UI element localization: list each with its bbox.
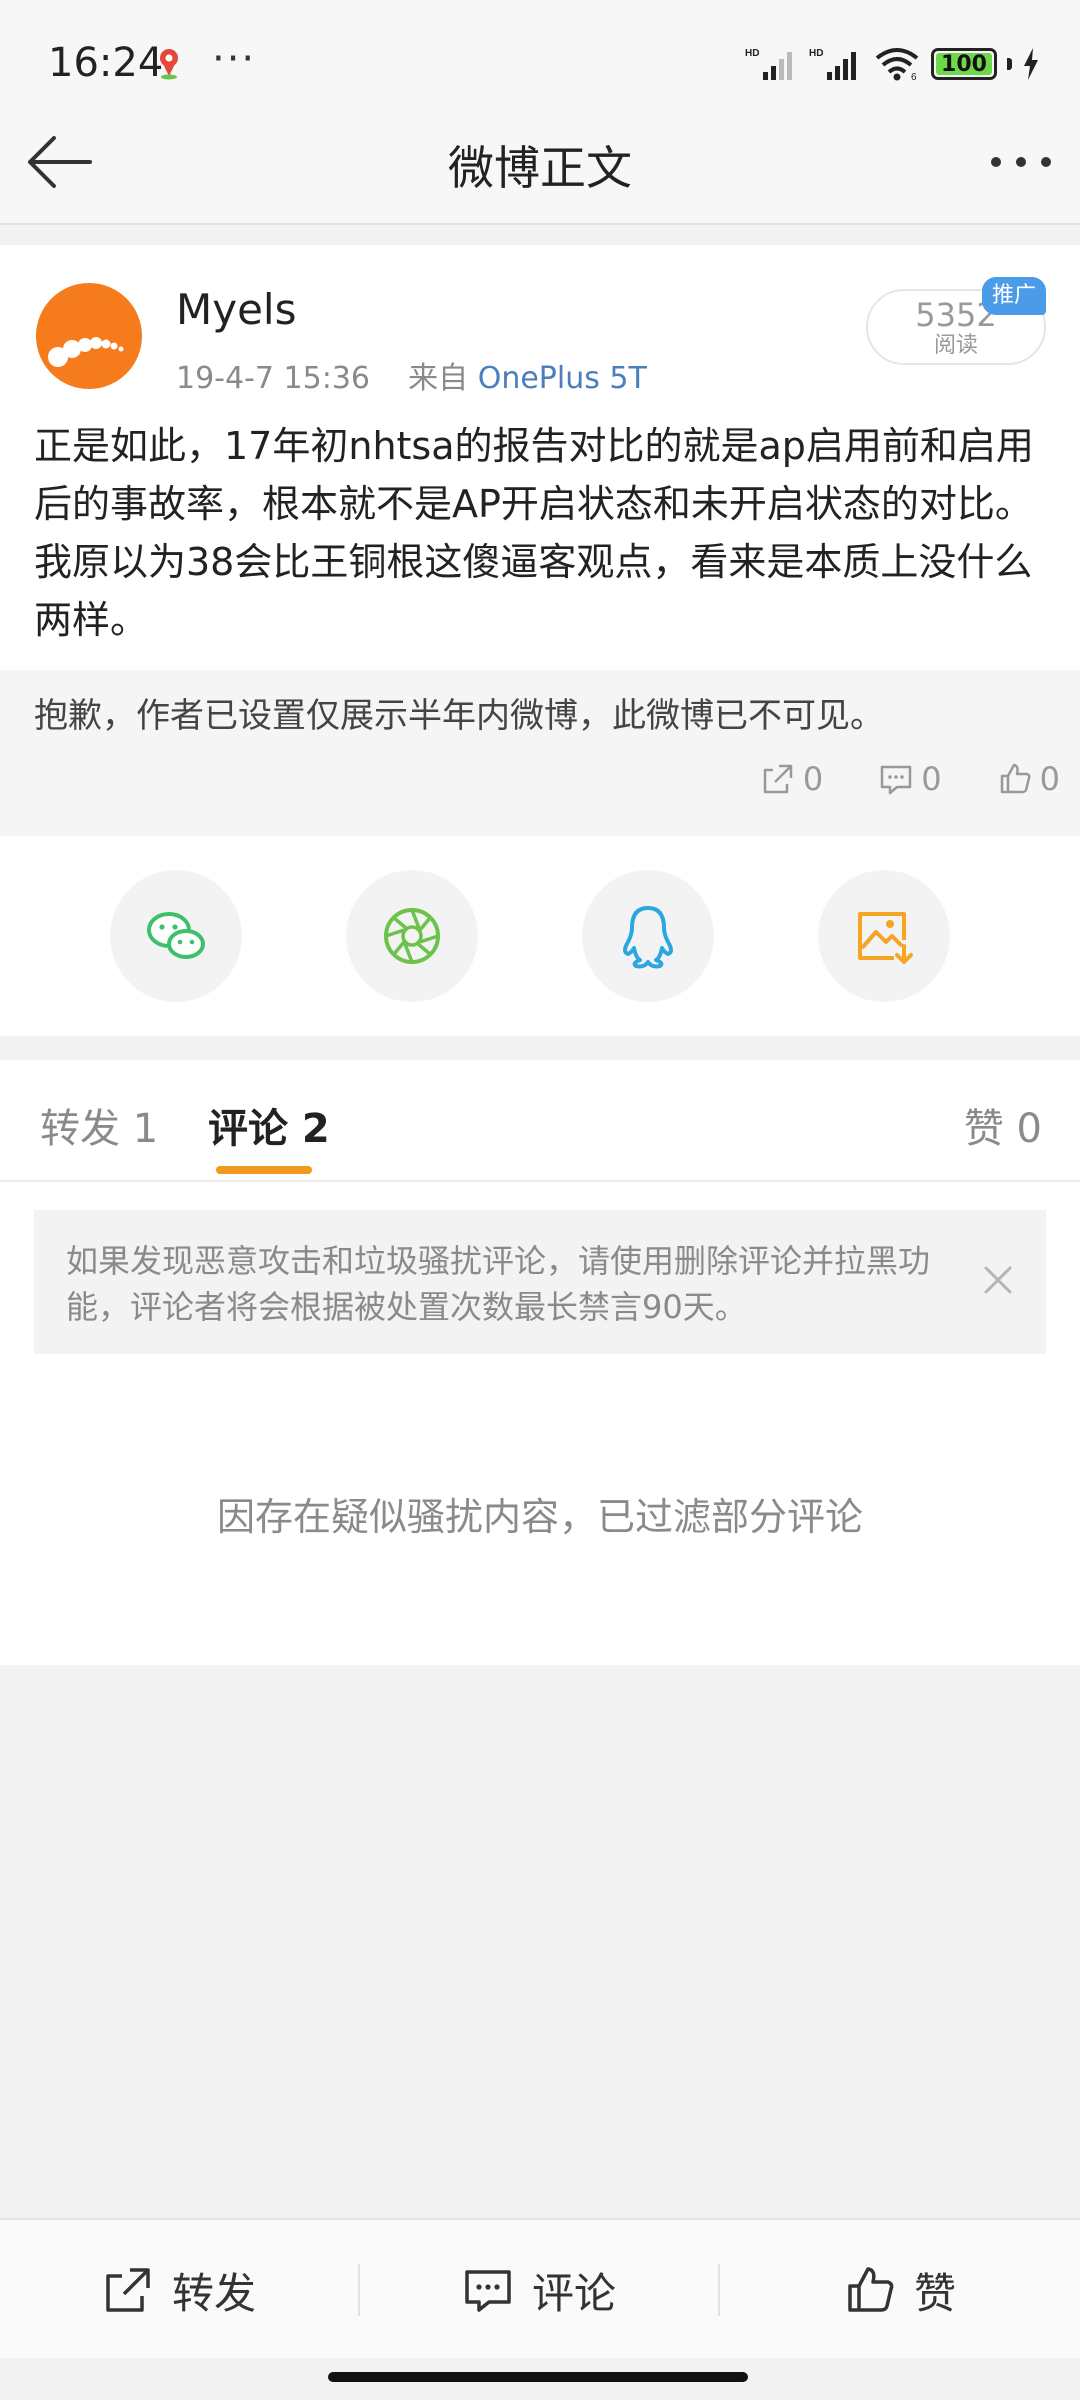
comment-button[interactable]: 评论 <box>360 2220 718 2360</box>
promo-tag[interactable]: 推广 <box>982 277 1046 315</box>
charging-icon <box>1024 48 1038 80</box>
battery-icon: 100 <box>931 48 997 80</box>
post-time: 19-4-7 15:36 <box>176 361 370 396</box>
share-moments-button[interactable] <box>346 870 478 1002</box>
repost-icon <box>763 764 793 794</box>
retweet-comment-button[interactable]: 0 <box>879 760 942 798</box>
hd-signal-icon-2: HD <box>809 48 856 80</box>
source-prefix: 来自 <box>408 361 469 396</box>
tab-comments[interactable]: 评论 2 <box>208 1096 330 1154</box>
share-qq-button[interactable] <box>582 870 714 1002</box>
thumbs-up-icon <box>848 2267 894 2312</box>
share-wechat-button[interactable] <box>110 870 242 1002</box>
retweet-like-count: 0 <box>1039 760 1060 798</box>
post-body: 正是如此，17年初nhtsa的报告对比的就是ap启用前和启用后的事故率，根本就不… <box>34 424 1034 642</box>
map-pin-icon <box>160 49 178 80</box>
battery-level: 100 <box>941 51 987 77</box>
retweet-like-button[interactable]: 0 <box>998 760 1060 798</box>
active-tab-indicator <box>216 1166 312 1174</box>
nav-bar: 微博正文 <box>0 100 1080 225</box>
comment-icon <box>881 765 912 795</box>
retweet-box[interactable]: 抱歉，作者已设置仅展示半年内微博，此微博已不可见。 0 0 0 <box>0 670 1080 836</box>
status-time: 16:24 <box>48 40 164 86</box>
close-icon[interactable] <box>978 1260 1018 1300</box>
repost-button[interactable]: 转发 <box>0 2220 358 2360</box>
comments-section: 转发 1 评论 2 赞 0 如果发现恶意攻击和垃圾骚扰评论，请使用删除评论并拉黑… <box>0 1060 1080 1665</box>
device-link[interactable]: OnePlus 5T <box>478 361 647 396</box>
svg-text:HD: HD <box>809 48 823 59</box>
username[interactable]: Myels <box>176 285 296 334</box>
wechat-icon <box>147 912 205 959</box>
status-right-group: HD HD 6 100 <box>745 42 1040 86</box>
tab-repost[interactable]: 转发 1 <box>40 1096 158 1154</box>
post-meta: 19-4-7 15:36 来自 OnePlus 5T <box>176 353 647 397</box>
avatar-logo-icon <box>48 337 124 367</box>
home-indicator[interactable] <box>328 2372 748 2382</box>
notice-text: 如果发现恶意攻击和垃圾骚扰评论，请使用删除评论并拉黑功能，评论者将会根据被处置次… <box>66 1242 931 1326</box>
like-button[interactable]: 赞 <box>720 2220 1080 2360</box>
status-more-dots: ··· <box>212 36 257 82</box>
comment-notice: 如果发现恶意攻击和垃圾骚扰评论，请使用删除评论并拉黑功能，评论者将会根据被处置次… <box>34 1210 1046 1354</box>
hd-signal-icon: HD <box>745 48 792 80</box>
bottom-action-bar: 转发 评论 赞 <box>0 2218 1080 2358</box>
filtered-comments-text: 因存在疑似骚扰内容，已过滤部分评论 <box>216 1495 863 1539</box>
comment-icon <box>465 2270 511 2312</box>
thumbs-up-icon <box>1000 763 1031 794</box>
avatar[interactable] <box>36 283 142 389</box>
tabs-divider <box>0 1180 1080 1182</box>
page-title: 微博正文 <box>448 141 632 195</box>
comment-label: 评论 <box>531 2268 616 2318</box>
retweet-actions: 0 0 0 <box>761 760 1060 798</box>
retweet-repost-button[interactable]: 0 <box>761 760 823 798</box>
repost-icon <box>106 2268 150 2312</box>
share-strip <box>0 836 1080 1036</box>
save-image-button[interactable] <box>818 870 950 1002</box>
retweet-repost-count: 0 <box>802 760 824 798</box>
save-image-icon <box>858 912 913 964</box>
svg-text:HD: HD <box>745 48 759 59</box>
moments-icon <box>384 908 440 964</box>
qq-icon <box>623 906 673 969</box>
wifi-icon: 6 <box>875 48 919 82</box>
tab-likes[interactable]: 赞 0 <box>964 1096 1042 1154</box>
more-icon[interactable] <box>986 140 1056 184</box>
battery-nub <box>1007 58 1012 70</box>
repost-label: 转发 <box>171 2268 256 2318</box>
like-label: 赞 <box>913 2268 956 2318</box>
read-label: 阅读 <box>933 333 978 358</box>
svg-text:6: 6 <box>911 72 917 82</box>
retweet-unavailable-text: 抱歉，作者已设置仅展示半年内微博，此微博已不可见。 <box>34 696 884 736</box>
retweet-comment-count: 0 <box>921 760 942 798</box>
